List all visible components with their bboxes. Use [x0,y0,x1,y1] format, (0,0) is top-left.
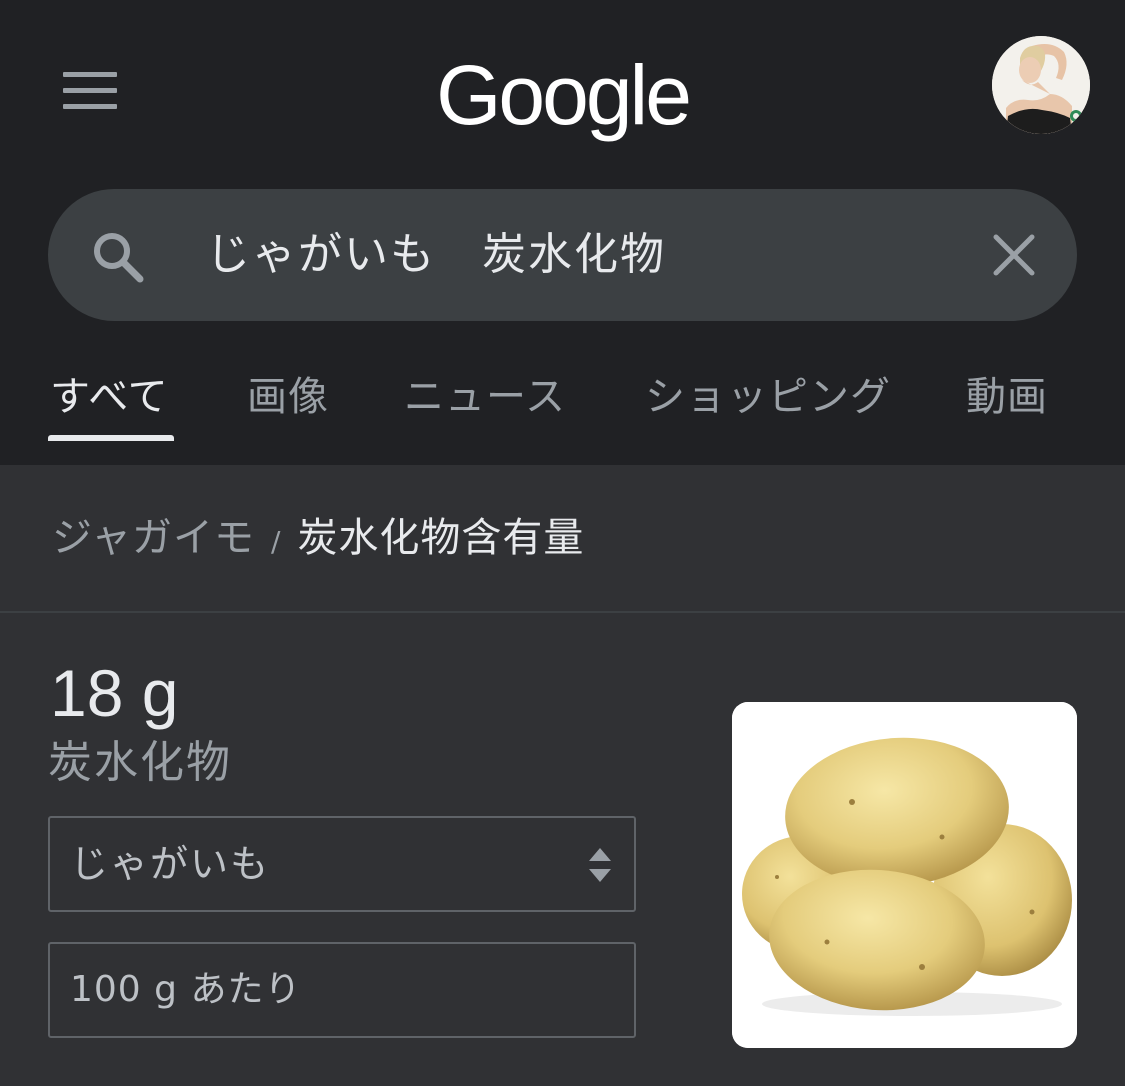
divider [0,611,1125,613]
breadcrumb-separator: / [271,525,282,558]
google-logo[interactable]: Google [405,40,720,150]
breadcrumb-parent[interactable]: ジャガイモ [52,515,255,561]
tab-all[interactable]: すべて [50,368,169,426]
tab-news[interactable]: ニュース [404,368,566,426]
avatar[interactable] [992,36,1090,134]
nutrient-value: 18 g [50,656,179,730]
amount-select[interactable]: 100 g あたり [48,942,636,1038]
tab-shopping[interactable]: ショッピング [645,368,891,426]
active-tab-indicator [48,435,174,441]
food-select-value: じゃがいも [70,842,271,886]
potato-image-icon [732,702,1077,1048]
header: Google じゃがいも 炭水化物 すべて 画像 ニュース ショッピング 動画 [0,0,1125,465]
breadcrumb: ジャガイモ / 炭水化物含有量 [52,508,584,568]
hamburger-menu-icon[interactable] [55,66,125,116]
food-select[interactable]: じゃがいも [48,816,636,912]
close-icon[interactable] [988,229,1040,281]
nutrient-label: 炭水化物 [48,737,232,788]
tab-videos[interactable]: 動画 [966,368,1048,426]
search-input[interactable]: じゃがいも 炭水化物 [206,219,666,291]
tab-images[interactable]: 画像 [247,368,329,426]
breadcrumb-current: 炭水化物含有量 [297,515,585,561]
potato-image[interactable] [732,702,1077,1048]
up-down-arrows-icon [589,848,611,882]
avatar-photo-icon [992,36,1090,134]
search-icon[interactable] [88,227,148,287]
search-bar[interactable]: じゃがいも 炭水化物 [48,189,1077,321]
amount-select-value: 100 g あたり [70,969,302,1010]
